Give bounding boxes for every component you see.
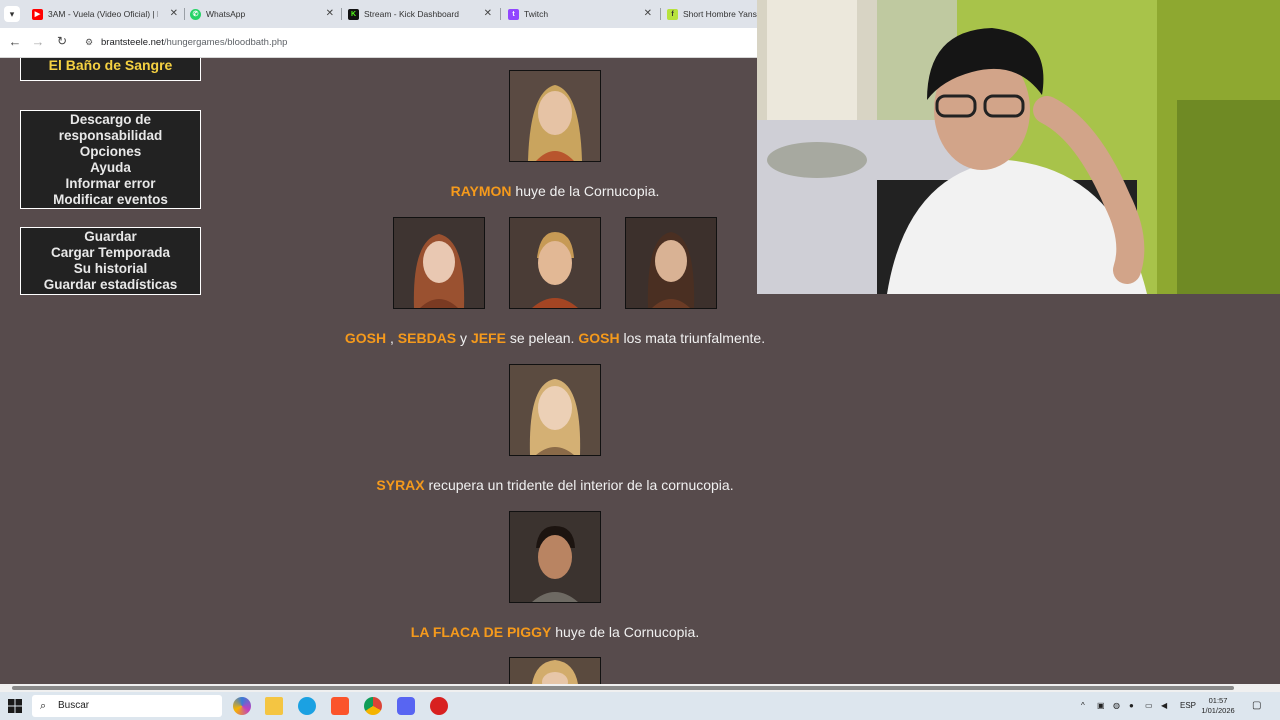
menu-item-disclaimer-1[interactable]: Descargo de [21, 112, 200, 128]
tribute-name: GOSH [344, 330, 387, 346]
tray-network-app-icon[interactable]: ◍ [1113, 692, 1120, 720]
tribute-portrait [393, 217, 485, 309]
forward-arrow-icon[interactable]: → [29, 34, 47, 49]
tribute-portrait [509, 70, 601, 162]
tab-short[interactable]: f Short Hombre Yansun [667, 0, 762, 28]
taskbar-search-input[interactable]: ⌕ Buscar [32, 695, 222, 717]
horizontal-scrollbar[interactable] [0, 684, 1280, 692]
tribute-portrait [509, 217, 601, 309]
menu-item-disclaimer-2[interactable]: responsabilidad [21, 128, 200, 144]
discord-icon[interactable] [397, 697, 415, 715]
clock-time: 01:57 [1208, 696, 1228, 705]
tab-whatsapp[interactable]: ✆ WhatsApp ✕ [190, 0, 338, 28]
windows-taskbar: ⌕ Buscar ^ ▣ ◍ ● ▭ ◀ ESP 01:57 1/01/2026… [0, 692, 1280, 720]
tribute-portrait [509, 657, 601, 684]
vertical-scrollbar[interactable] [1270, 294, 1280, 684]
close-tab-icon[interactable]: ✕ [644, 8, 652, 19]
volume-icon[interactable]: ◀ [1161, 692, 1167, 720]
url-field[interactable]: ⚙ brantsteele.net/hungergames/bloodbath.p… [85, 34, 745, 51]
tribute-name: SEBDAS [397, 330, 457, 346]
menu-current-page[interactable]: El Baño de Sangre [21, 51, 200, 79]
event-text: GOSH , SEBDAS y JEFE se pelean. GOSH los… [344, 330, 766, 346]
event-text: SYRAX recupera un tridente del interior … [376, 477, 734, 493]
menu-item-options[interactable]: Opciones [21, 144, 200, 160]
tray-app-icon[interactable]: ▣ [1097, 692, 1105, 720]
back-arrow-icon[interactable]: ← [6, 34, 24, 49]
menu-group-info: Descargo de responsabilidad Opciones Ayu… [20, 110, 201, 209]
whatsapp-icon: ✆ [190, 8, 201, 20]
youtube-icon: ▶ [32, 8, 43, 20]
tab-twitch[interactable]: t Twitch ✕ [508, 0, 656, 28]
menu-current-box: El Baño de Sangre [20, 57, 201, 81]
menu-item-load-season[interactable]: Cargar Temporada [21, 245, 200, 261]
menu-item-modify-events[interactable]: Modificar eventos [21, 192, 200, 208]
short-icon: f [667, 8, 678, 20]
reload-icon[interactable]: ↻ [53, 34, 71, 48]
edge-icon[interactable] [298, 697, 316, 715]
close-tab-icon[interactable]: ✕ [326, 8, 334, 19]
tab-kick[interactable]: K Stream - Kick Dashboard ✕ [348, 0, 496, 28]
microphone-icon[interactable]: ● [1129, 692, 1134, 720]
menu-item-save-stats[interactable]: Guardar estadísticas [21, 277, 200, 293]
tab-youtube[interactable]: ▶ 3AM - Vuela (Video Oficial) | Re ✕ [32, 0, 182, 28]
menu-item-history[interactable]: Su historial [21, 261, 200, 277]
tribute-name: JEFE [470, 330, 506, 346]
tribute-portrait [625, 217, 717, 309]
menu-item-save[interactable]: Guardar [21, 229, 200, 245]
event-text: LA FLACA DE PIGGY huye de la Cornucopia. [410, 624, 700, 640]
scrollbar-thumb[interactable] [12, 686, 1234, 690]
clock-date: 1/01/2026 [1201, 706, 1235, 715]
tribute-name: GOSH [578, 330, 620, 346]
show-hidden-icons-icon[interactable]: ^ [1081, 692, 1085, 720]
menu-group-save: Guardar Cargar Temporada Su historial Gu… [20, 227, 201, 295]
twitch-icon: t [508, 8, 519, 20]
tab-list-button[interactable]: ▾ [4, 6, 20, 22]
tribute-name: LA FLACA DE PIGGY [410, 624, 552, 640]
notifications-icon[interactable]: ▢ [1252, 692, 1261, 720]
network-icon[interactable]: ▭ [1145, 692, 1153, 720]
menu-item-report-bug[interactable]: Informar error [21, 176, 200, 192]
close-tab-icon[interactable]: ✕ [170, 8, 178, 19]
windows-start-icon[interactable] [8, 699, 22, 713]
tribute-name: RAYMON [450, 183, 512, 199]
file-explorer-icon[interactable] [265, 697, 283, 715]
kick-icon: K [348, 8, 359, 20]
site-info-icon[interactable]: ⚙ [85, 34, 95, 51]
webcam-overlay [757, 0, 1280, 294]
tribute-portrait [509, 511, 601, 603]
clock[interactable]: 01:57 1/01/2026 [1198, 696, 1238, 716]
brave-icon[interactable] [331, 697, 349, 715]
search-icon: ⌕ [40, 700, 47, 712]
chrome-icon[interactable] [364, 697, 382, 715]
close-tab-icon[interactable]: ✕ [484, 8, 492, 19]
language-indicator[interactable]: ESP [1180, 692, 1196, 720]
tribute-name: SYRAX [376, 477, 425, 493]
tribute-portrait [509, 364, 601, 456]
menu-item-help[interactable]: Ayuda [21, 160, 200, 176]
streaming-app-icon[interactable] [430, 697, 448, 715]
copilot-icon[interactable] [233, 697, 251, 715]
